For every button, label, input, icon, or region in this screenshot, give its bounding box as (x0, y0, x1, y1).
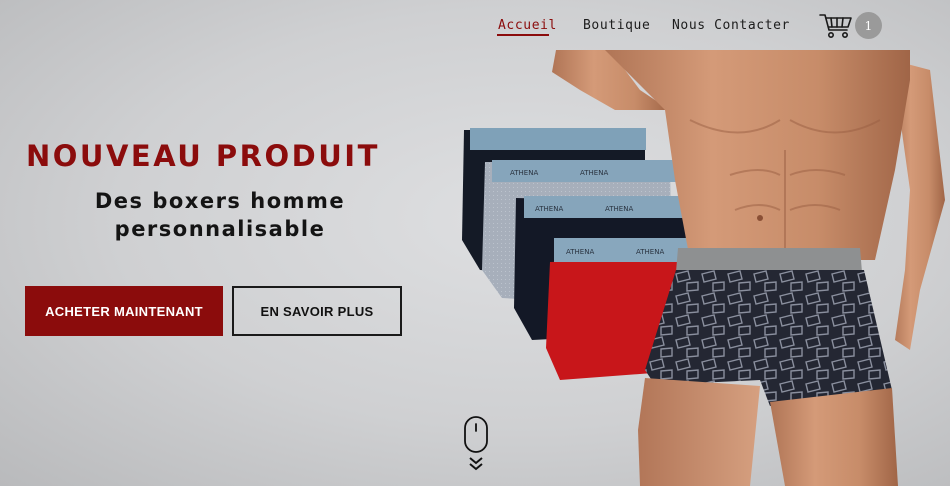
nav-link-contact[interactable]: Nous Contacter (672, 18, 790, 33)
top-navigation: Accueil Boutique Nous Contacter 1 (0, 0, 950, 50)
nav-link-boutique[interactable]: Boutique (583, 18, 650, 33)
shopping-cart-icon[interactable] (819, 13, 853, 39)
hero-subtitle-line-1: Des boxers homme (94, 189, 346, 213)
svg-text:ATHENA: ATHENA (566, 248, 594, 256)
hero-title: NOUVEAU PRODUIT (26, 139, 380, 173)
hero-product-image: ATHENA ATHENA ATHENA ATHENA ATHENA ATHEN… (440, 50, 950, 486)
hero-subtitle: Des boxers homme personnalisable (60, 187, 380, 243)
svg-text:ATHENA: ATHENA (510, 169, 538, 177)
learn-more-button[interactable]: EN SAVOIR PLUS (232, 286, 402, 336)
nav-active-underline (497, 34, 549, 36)
svg-text:ATHENA: ATHENA (535, 205, 563, 213)
svg-text:ATHENA: ATHENA (605, 205, 633, 213)
cart-count-badge[interactable]: 1 (855, 12, 882, 39)
buy-now-button[interactable]: ACHETER MAINTENANT (25, 286, 223, 336)
svg-text:ATHENA: ATHENA (636, 248, 664, 256)
hero-subtitle-line-2: personnalisable (114, 217, 326, 241)
nav-link-accueil[interactable]: Accueil (498, 18, 557, 33)
svg-text:ATHENA: ATHENA (580, 169, 608, 177)
